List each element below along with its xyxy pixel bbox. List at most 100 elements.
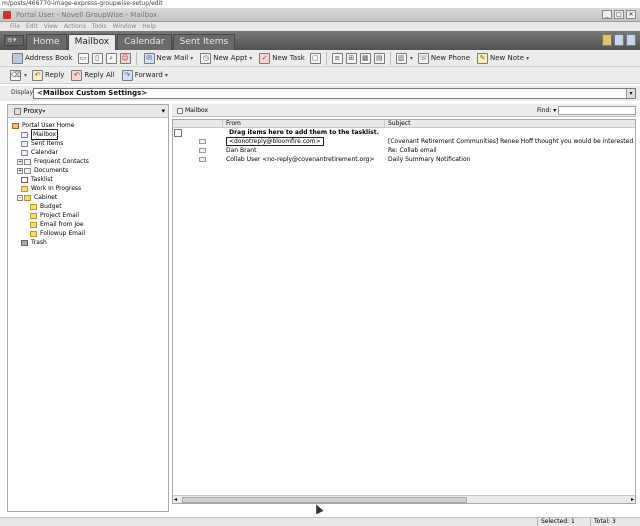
reply-label: Reply [45, 71, 65, 79]
maximize-button[interactable]: □ [614, 10, 624, 19]
folder-tree-label: Documents [34, 167, 69, 174]
chevron-down-icon[interactable]: ▾ [165, 72, 168, 79]
message-subject: Daily Summary Notification [388, 156, 471, 163]
menu-edit[interactable]: Edit [26, 22, 38, 31]
status-total: Total: 3 [590, 518, 616, 526]
display-select-value: <Mailbox Custom Settings> [37, 89, 148, 97]
folder-tree-item[interactable]: Budget [8, 202, 168, 211]
document-icon[interactable]: ▢ [309, 52, 321, 64]
new-phone-button[interactable]: ☏ New Phone [416, 51, 472, 65]
message-row[interactable]: <donotreply@bloomfire.com> [Covenant Reti… [173, 137, 635, 146]
yellow-folder-icon[interactable] [602, 34, 612, 46]
chevron-down-icon[interactable]: ▾ [410, 55, 413, 62]
message-row[interactable]: Collab User <no-reply@covenantretirement… [173, 155, 635, 164]
panel-icon[interactable]: ▥ [395, 52, 407, 64]
horizontal-scrollbar[interactable]: ◂ ▸ [173, 495, 635, 503]
chevron-down-icon[interactable]: ▾ [24, 72, 27, 79]
view-details-icon[interactable]: ▤ [373, 52, 385, 64]
tab-mailbox[interactable]: Mailbox [67, 34, 117, 50]
view-grid-icon[interactable]: ⊞ [345, 52, 357, 64]
new-note-button[interactable]: ✎ New Note ▾ [475, 51, 531, 65]
folder-tree-item[interactable]: Calendar [8, 148, 168, 157]
find-input[interactable] [558, 106, 636, 115]
folder-tree-item[interactable]: Email from Joe [8, 220, 168, 229]
folder-tree-item[interactable]: Mailbox [8, 129, 168, 140]
chevron-down-icon[interactable]: ▾ [626, 89, 635, 98]
folder-tree-label: Budget [40, 203, 62, 210]
collapse-icon[interactable]: - [17, 194, 23, 201]
proxy-bar[interactable]: Proxy▾ ▾ [8, 105, 168, 118]
scrollbar-thumb[interactable] [182, 497, 467, 503]
folder-tree-item[interactable]: Project Email [8, 211, 168, 220]
forward-label: Forward [134, 71, 163, 79]
menu-view[interactable]: View [44, 22, 58, 31]
layout-icon[interactable] [626, 34, 636, 46]
menu-actions[interactable]: Actions [64, 22, 86, 31]
column-from[interactable]: From [223, 120, 385, 127]
folder-icon [30, 230, 37, 237]
scroll-right-icon[interactable]: ▸ [631, 496, 634, 503]
expand-icon[interactable]: + [17, 167, 23, 174]
folder-tree-item[interactable]: Work In Progress [8, 184, 168, 193]
folder-tree-item[interactable]: - Cabinet [8, 193, 168, 202]
menu-tools[interactable]: Tools [92, 22, 107, 31]
new-mail-button[interactable]: ✉ New Mail ▾ [142, 51, 196, 65]
mailbox-header-label: Mailbox [185, 107, 209, 114]
nav-menu-button[interactable]: ≡▾ [4, 35, 24, 46]
forward-button[interactable]: ↷ Forward ▾ [120, 68, 170, 82]
message-toolbar: ⌫ ▾ ↶ Reply ↶ Reply All ↷ Forward ▾ [0, 67, 640, 84]
person-icon[interactable]: ☺ [119, 52, 131, 64]
column-icons[interactable] [173, 120, 223, 127]
scroll-left-icon[interactable]: ◂ [174, 496, 177, 503]
reply-button[interactable]: ↶ Reply [30, 68, 66, 82]
folder-tree-label: Work In Progress [31, 185, 82, 192]
display-settings-bar: Display <Mailbox Custom Settings> ▾ [0, 86, 640, 101]
menu-window[interactable]: Window [113, 22, 137, 31]
proxy-label: Proxy [23, 107, 43, 115]
folder-tree-item[interactable]: + Documents [8, 166, 168, 175]
contacts-icon [24, 158, 31, 165]
new-task-button[interactable]: ✓ New Task [257, 51, 307, 65]
delete-icon[interactable]: ⌫ [10, 69, 21, 81]
menu-file[interactable]: File [10, 22, 20, 31]
find-icon[interactable]: ⌕ [105, 52, 117, 64]
new-mail-label: New Mail [156, 54, 189, 62]
chevron-down-icon[interactable]: ▾ [190, 55, 193, 62]
envelope-icon [199, 139, 206, 144]
tab-calendar[interactable]: Calendar [117, 34, 172, 50]
find-label[interactable]: Find: ▾ [537, 104, 556, 117]
view-list-icon[interactable]: ≡ [331, 52, 343, 64]
address-book-button[interactable]: Address Book [10, 51, 75, 65]
folder-tree-item[interactable]: Sent Items [8, 139, 168, 148]
expand-icon[interactable]: + [17, 158, 23, 165]
tab-home[interactable]: Home [26, 34, 67, 50]
monitor-icon[interactable] [614, 34, 624, 46]
view-calendar-icon[interactable]: ▦ [359, 52, 371, 64]
chevron-down-icon[interactable]: ▾ [526, 55, 529, 62]
chevron-down-icon[interactable]: ▾ [249, 55, 252, 62]
reply-all-label: Reply All [84, 71, 115, 79]
folder-tree-item[interactable]: Tasklist [8, 175, 168, 184]
folder-tree-item[interactable]: + Frequent Contacts [8, 157, 168, 166]
close-button[interactable]: ✕ [626, 10, 636, 19]
display-label: Display [11, 89, 34, 96]
window-controls: _ □ ✕ [602, 10, 636, 19]
minimize-button[interactable]: _ [602, 10, 612, 19]
tab-sent-items[interactable]: Sent Items [172, 34, 236, 50]
documents-icon [24, 167, 31, 174]
display-select[interactable]: <Mailbox Custom Settings> ▾ [33, 88, 636, 99]
new-appt-button[interactable]: ◷ New Appt ▾ [198, 51, 254, 65]
reply-all-button[interactable]: ↶ Reply All [69, 68, 116, 82]
folder-icon [30, 203, 37, 210]
folder-tree-item[interactable]: Trash [8, 238, 168, 247]
folder-tree-item[interactable]: Followup Email [8, 229, 168, 238]
column-subject[interactable]: Subject [385, 120, 635, 127]
window-icon[interactable]: ▭ [77, 52, 89, 64]
checkbox-icon[interactable] [174, 129, 182, 137]
tasklist-drop-row[interactable]: Drag items here to add them to the taskl… [173, 128, 635, 137]
folder-open-icon[interactable]: ▯ [91, 52, 103, 64]
message-row[interactable]: Dan Brant Re: Collab email [173, 146, 635, 155]
menu-help[interactable]: Help [142, 22, 156, 31]
pane-arrow-icon[interactable]: ▾ [161, 105, 165, 117]
address-book-label: Address Book [25, 54, 73, 62]
